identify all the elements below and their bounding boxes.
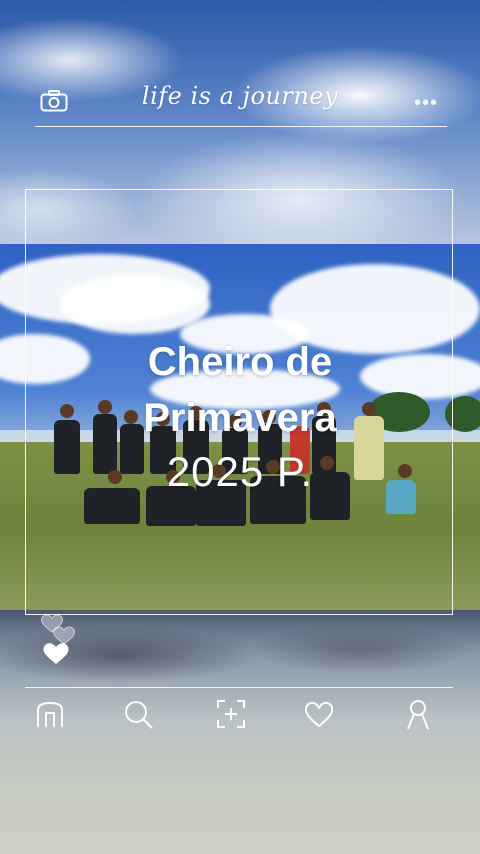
header-divider (35, 126, 447, 127)
more-dots-icon[interactable]: ••• (414, 92, 438, 115)
home-icon[interactable] (34, 698, 66, 730)
profile-icon[interactable] (402, 698, 434, 730)
tagline: life is a journey (141, 82, 339, 110)
add-post-icon[interactable] (215, 698, 247, 730)
heart-outline-icon[interactable] (41, 614, 75, 645)
post-title-line-1: Cheiro de (147, 340, 333, 384)
reactions (38, 610, 82, 670)
bottom-nav (0, 690, 480, 740)
post-title-line-3: 2025 P. (166, 448, 314, 495)
nav-divider (25, 687, 453, 688)
heart-filled-icon[interactable] (43, 643, 69, 664)
search-icon[interactable] (122, 698, 154, 730)
like-heart-icon[interactable] (303, 698, 335, 730)
post-title-line-2: Primavera (143, 396, 337, 440)
top-bar: life is a journey ••• (0, 70, 480, 130)
